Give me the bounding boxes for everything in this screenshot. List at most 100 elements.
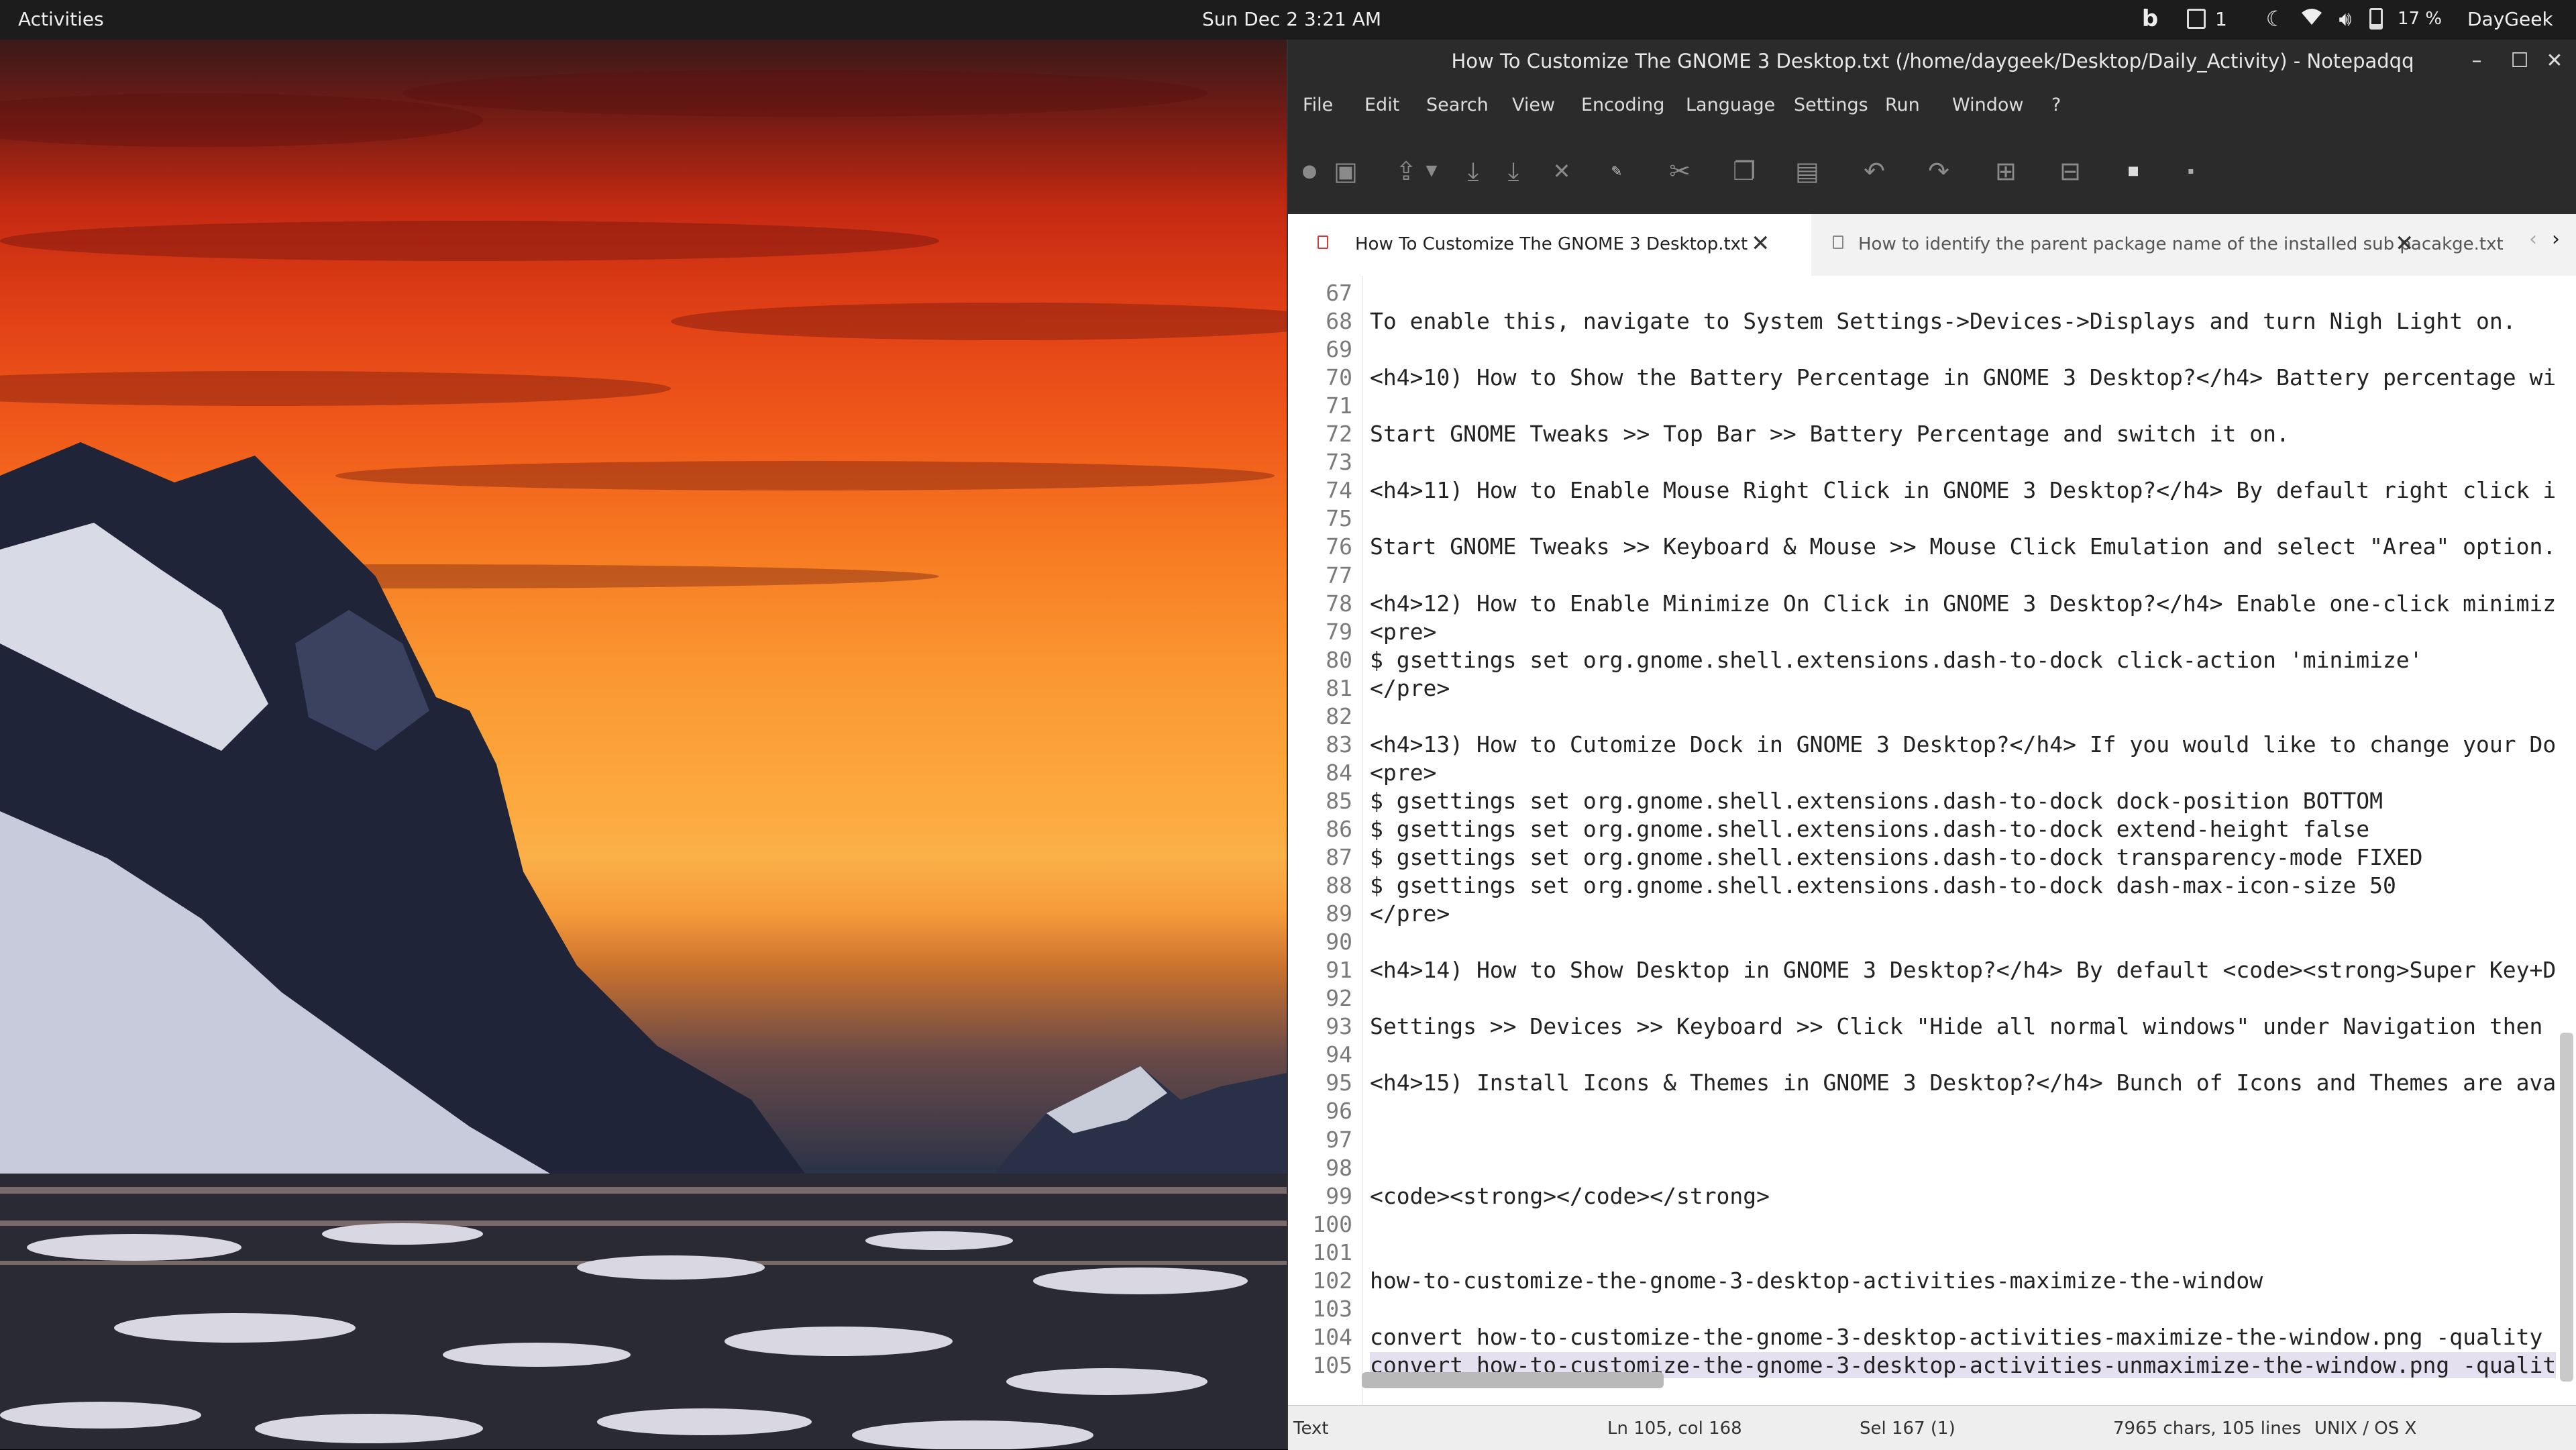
word-wrap-icon[interactable]: ■ [2116, 154, 2151, 189]
tab-scroll-left-icon[interactable]: ‹ [2529, 227, 2537, 251]
menu-edit[interactable]: Edit [1364, 95, 1399, 115]
wifi-icon [2296, 7, 2328, 31]
code-line[interactable]: To enable this, navigate to System Setti… [1370, 308, 2516, 334]
code-line[interactable]: how-to-customize-the-gnome-3-desktop-act… [1370, 1267, 2263, 1294]
code-line[interactable]: $ gsettings set org.gnome.shell.extensio… [1370, 788, 2383, 814]
line-number: 85 [1326, 787, 1352, 814]
menu-file[interactable]: File [1303, 95, 1333, 115]
code-line[interactable]: </pre> [1370, 675, 1450, 701]
menu-view[interactable]: View [1512, 95, 1555, 115]
line-number: 92 [1326, 985, 1352, 1012]
menu-encoding[interactable]: Encoding [1581, 95, 1664, 115]
code-line[interactable]: $ gsettings set org.gnome.shell.extensio… [1370, 844, 2423, 870]
file-icon [1318, 236, 1328, 249]
code-line[interactable]: <h4>14) How to Show Desktop in GNOME 3 D… [1370, 957, 2556, 983]
status-language[interactable]: Text [1293, 1418, 1329, 1439]
zoom-in-icon[interactable]: ⊞ [1988, 154, 2023, 189]
close-file-icon[interactable]: ✕ [1544, 154, 1579, 189]
pencil-icon[interactable]: ✎ [1599, 154, 1634, 189]
window-titlebar[interactable]: How To Customize The GNOME 3 Desktop.txt… [1288, 40, 2576, 84]
code-line[interactable]: <h4>10) How to Show the Battery Percenta… [1370, 364, 2556, 391]
line-number-gutter: 67 68 69 70 71 72 73 74 75 76 77 78 79 80 81 82 83 84 85 86… [1288, 276, 1362, 1405]
menu-run[interactable]: Run [1885, 95, 1920, 115]
new-file-icon[interactable]: ● [1292, 154, 1327, 189]
tab-label: How To Customize The GNOME 3 Desktop.txt [1355, 234, 1748, 254]
copy-icon[interactable]: ❐ [1727, 154, 1762, 189]
line-number: 67 [1326, 280, 1352, 306]
line-number: 87 [1326, 844, 1352, 870]
line-number: 89 [1326, 900, 1352, 927]
minimize-button[interactable]: – [2462, 48, 2491, 74]
paste-icon[interactable]: ▤ [1790, 154, 1825, 189]
code-line[interactable]: Start GNOME Tweaks >> Keyboard & Mouse >… [1370, 533, 2556, 560]
cut-icon[interactable]: ✂ [1662, 154, 1697, 189]
code-line[interactable]: $ gsettings set org.gnome.shell.extensio… [1370, 816, 2369, 842]
line-number: 99 [1326, 1182, 1352, 1209]
line-number: 101 [1312, 1239, 1352, 1265]
line-number: 70 [1326, 364, 1352, 391]
line-number: 84 [1326, 759, 1352, 786]
tab-scroll-right-icon[interactable]: › [2552, 227, 2560, 251]
activities-button[interactable]: Activities [18, 8, 104, 30]
code-line[interactable]: <h4>11) How to Enable Mouse Right Click … [1370, 477, 2556, 503]
line-number: 71 [1326, 393, 1352, 419]
status-bar: Text Ln 105, col 168 Sel 167 (1) 7965 ch… [1288, 1405, 2576, 1450]
line-number: 104 [1312, 1323, 1352, 1350]
code-line[interactable]: <h4>13) How to Cutomize Dock in GNOME 3 … [1370, 731, 2556, 758]
tab-parent-package[interactable]: How to identify the parent package name … [1825, 214, 2504, 276]
save-all-icon[interactable]: ⤓ [1496, 154, 1531, 189]
code-line[interactable]: convert how-to-customize-the-gnome-3-des… [1370, 1324, 2542, 1350]
tab-close-icon[interactable]: ✕ [2395, 230, 2414, 257]
code-line[interactable]: Start GNOME Tweaks >> Top Bar >> Battery… [1370, 421, 2290, 447]
line-number: 72 [1326, 421, 1352, 448]
code-line[interactable]: Settings >> Devices >> Keyboard >> Click… [1370, 1013, 2542, 1039]
menu-search[interactable]: Search [1426, 95, 1489, 115]
clock[interactable]: Sun Dec 2 3:21 AM [1202, 8, 1381, 30]
code-editor[interactable]: 67 68 69 70 71 72 73 74 75 76 77 78 79 80 81 82 83 84 85 86… [1288, 276, 2576, 1405]
add-file-icon[interactable]: ▣ [1328, 154, 1363, 189]
save-icon[interactable]: ⤓ [1456, 154, 1491, 189]
toolbar: ● ▣ ⇪ ▼ ⤓ ⤓ ✕ ✎ ✂ ❐ ▤ ↶ ↷ ⊞ ⊟ ■ ▪ [1288, 127, 2576, 214]
line-number: 91 [1326, 957, 1352, 984]
code-line[interactable]: <h4>12) How to Enable Minimize On Click … [1370, 590, 2556, 617]
code-line[interactable]: </pre> [1370, 900, 1450, 927]
desktop-wallpaper [0, 40, 1287, 1449]
line-number: 97 [1326, 1126, 1352, 1153]
maximize-button[interactable]: ☐ [2505, 48, 2534, 74]
code-line[interactable]: $ gsettings set org.gnome.shell.extensio… [1370, 647, 2423, 673]
undo-icon[interactable]: ↶ [1857, 154, 1892, 189]
system-tray[interactable]: b 1 ☾ 🔊︎ 17 % DayGeek [2127, 5, 2553, 32]
vertical-scrollbar-thumb[interactable] [2560, 1033, 2573, 1382]
bing-icon[interactable]: b [2127, 5, 2174, 32]
code-line[interactable]: <pre> [1370, 760, 1436, 786]
menu-help[interactable]: ? [2051, 95, 2061, 115]
notification-icon[interactable] [2187, 9, 2206, 29]
line-number: 80 [1326, 646, 1352, 673]
code-line[interactable]: <h4>15) Install Icons & Themes in GNOME … [1370, 1070, 2556, 1096]
tab-bar: How To Customize The GNOME 3 Desktop.txt… [1288, 214, 2576, 276]
battery-icon [2369, 8, 2383, 30]
window-title: How To Customize The GNOME 3 Desktop.txt… [1451, 50, 2414, 72]
user-menu[interactable]: DayGeek [2467, 8, 2553, 30]
whitespace-icon[interactable]: ▪ [2174, 154, 2208, 189]
menu-language[interactable]: Language [1686, 95, 1775, 115]
code-line[interactable]: <code><strong></code></strong> [1370, 1183, 1770, 1209]
menu-window[interactable]: Window [1952, 95, 2023, 115]
dropdown-icon[interactable]: ▼ [1414, 154, 1449, 189]
status-eol[interactable]: UNIX / OS X [2314, 1418, 2416, 1439]
zoom-out-icon[interactable]: ⊟ [2053, 154, 2088, 189]
menu-settings[interactable]: Settings [1794, 95, 1868, 115]
code-line[interactable]: <pre> [1370, 619, 1436, 645]
line-number: 86 [1326, 815, 1352, 842]
code-line[interactable]: $ gsettings set org.gnome.shell.extensio… [1370, 872, 2396, 898]
battery-percent: 17 % [2398, 9, 2443, 29]
horizontal-scrollbar-thumb[interactable] [1362, 1372, 1664, 1388]
line-number: 73 [1326, 449, 1352, 476]
redo-icon[interactable]: ↷ [1921, 154, 1956, 189]
tab-close-icon[interactable]: ✕ [1751, 230, 1770, 257]
notepadqq-window: How To Customize The GNOME 3 Desktop.txt… [1287, 40, 2576, 1450]
sunset-landscape-image [0, 70, 1287, 1449]
tab-customize-gnome[interactable]: How To Customize The GNOME 3 Desktop.txt… [1288, 214, 1811, 276]
close-window-button[interactable]: ✕ [2540, 48, 2569, 74]
volume-icon: 🔊︎ [2339, 7, 2352, 31]
